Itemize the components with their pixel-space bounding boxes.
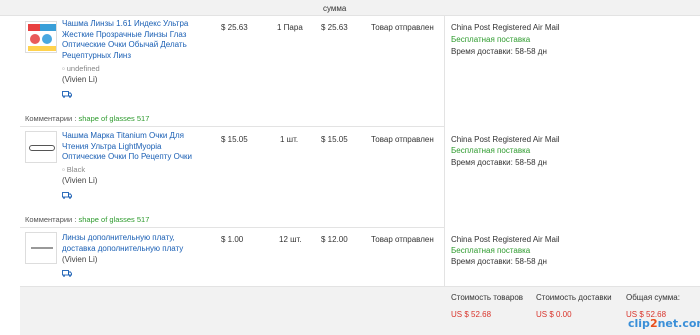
row-divider bbox=[20, 227, 444, 228]
goods-cost-label: Стоимость товаров bbox=[451, 293, 524, 302]
truck-icon[interactable] bbox=[62, 192, 72, 199]
order-comment: Комментарии : shape of glasses 517 bbox=[25, 114, 149, 123]
shipping-method: China Post Registered Air Mail bbox=[451, 135, 560, 144]
product-thumbnail[interactable] bbox=[25, 21, 57, 53]
line-amount: $ 25.63 bbox=[321, 23, 348, 32]
attribute-swatch-icon: ▫ bbox=[62, 64, 65, 73]
comment-value: shape of glasses 517 bbox=[78, 215, 150, 224]
order-status: Товар отправлен bbox=[371, 235, 434, 244]
product-thumbnail[interactable] bbox=[25, 131, 57, 163]
product-thumbnail[interactable] bbox=[25, 232, 57, 264]
total-label: Общая сумма: bbox=[626, 293, 680, 302]
delivery-cost-value: US $ 0.00 bbox=[536, 310, 572, 319]
quantity: 1 Пара bbox=[277, 23, 303, 32]
order-comment: Комментарии : shape of glasses 517 bbox=[25, 215, 149, 224]
order-status: Товар отправлен bbox=[371, 135, 434, 144]
comment-value: shape of glasses 517 bbox=[78, 114, 150, 123]
free-shipping-label: Бесплатная поставка bbox=[451, 35, 531, 44]
attribute-swatch-icon: ▫ bbox=[62, 165, 65, 174]
product-title-link[interactable]: Чашма Линзы 1.61 Индекс Ультра Жесткие П… bbox=[62, 19, 202, 61]
product-title-link[interactable]: Чашма Марка Titanium Очки Для Чтения Уль… bbox=[62, 131, 202, 163]
header-sum: сумма bbox=[323, 4, 347, 13]
watermark-logo: clip2net.com bbox=[628, 317, 700, 330]
delivery-time: Время доставки: 58-58 дн bbox=[451, 257, 547, 266]
buyer-name: (Vivien Li) bbox=[62, 176, 98, 185]
quantity: 12 шт. bbox=[279, 235, 302, 244]
delivery-time: Время доставки: 58-58 дн bbox=[451, 47, 547, 56]
comment-label: Комментарии : bbox=[25, 215, 77, 224]
order-status: Товар отправлен bbox=[371, 23, 434, 32]
shipping-method: China Post Registered Air Mail bbox=[451, 23, 560, 32]
free-shipping-label: Бесплатная поставка bbox=[451, 146, 531, 155]
truck-icon[interactable] bbox=[62, 270, 72, 277]
goods-cost-value: US $ 52.68 bbox=[451, 310, 492, 319]
product-title-link[interactable]: Линзы дополнительную плату, доставка доп… bbox=[62, 233, 202, 254]
unit-price: $ 15.05 bbox=[221, 135, 248, 144]
delivery-cost-label: Стоимость доставки bbox=[536, 293, 612, 302]
product-attribute: ▫ undefined bbox=[62, 64, 100, 73]
shipping-divider bbox=[444, 16, 445, 286]
comment-label: Комментарии : bbox=[25, 114, 77, 123]
delivery-time: Время доставки: 58-58 дн bbox=[451, 158, 547, 167]
table-header: сумма bbox=[0, 0, 700, 16]
line-amount: $ 15.05 bbox=[321, 135, 348, 144]
unit-price: $ 25.63 bbox=[221, 23, 248, 32]
buyer-name: (Vivien Li) bbox=[62, 255, 98, 264]
buyer-name: (Vivien Li) bbox=[62, 75, 98, 84]
free-shipping-label: Бесплатная поставка bbox=[451, 246, 531, 255]
product-attribute: ▫ Black bbox=[62, 165, 86, 174]
line-amount: $ 12.00 bbox=[321, 235, 348, 244]
unit-price: $ 1.00 bbox=[221, 235, 244, 244]
quantity: 1 шт. bbox=[280, 135, 299, 144]
truck-icon[interactable] bbox=[62, 91, 72, 98]
row-divider bbox=[20, 126, 444, 127]
shipping-method: China Post Registered Air Mail bbox=[451, 235, 560, 244]
